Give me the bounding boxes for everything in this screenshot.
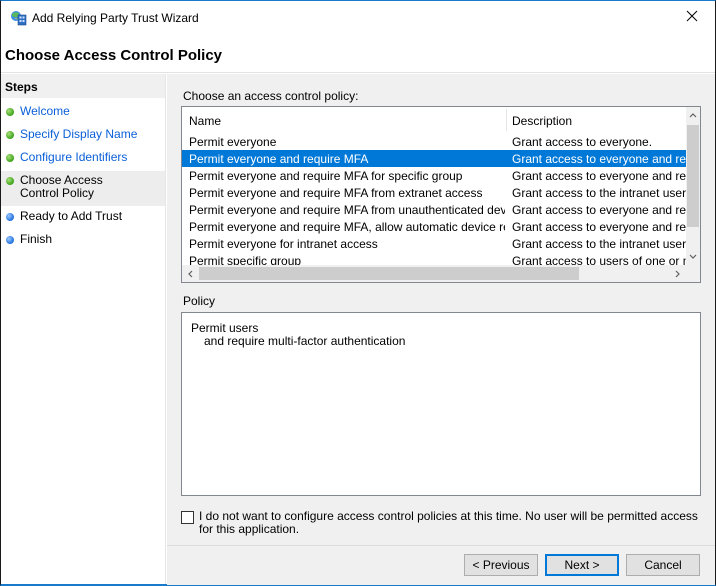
list-header: Name Description — [182, 107, 686, 133]
step-complete-icon — [6, 154, 14, 162]
step-label: Choose Access Control Policy — [20, 173, 103, 200]
column-divider[interactable] — [506, 109, 507, 131]
policy-name: Permit everyone for intranet access — [189, 237, 378, 251]
step-configure-identifiers[interactable]: Configure Identifiers — [1, 151, 165, 164]
title-bar: Add Relying Party Trust Wizard — [1, 1, 715, 35]
close-button[interactable] — [669, 1, 715, 33]
cancel-button[interactable]: Cancel — [626, 554, 700, 576]
policy-name: Permit everyone and require MFA, allow a… — [189, 220, 505, 234]
policy-text-line: and require multi-factor authentication — [204, 334, 406, 348]
wizard-footer: < Previous Next > Cancel — [167, 545, 715, 585]
choose-policy-label: Choose an access control policy: — [183, 89, 359, 103]
column-header-description[interactable]: Description — [512, 114, 572, 128]
policy-description: Grant access to the intranet users. — [512, 237, 686, 251]
policy-text-line: Permit users — [191, 321, 259, 335]
policy-description: Grant access to the intranet users an — [512, 186, 686, 200]
step-label: Ready to Add Trust — [20, 209, 123, 223]
policy-description: Grant access to everyone and requir — [512, 203, 686, 217]
wizard-window: Add Relying Party Trust Wizard Choose Ac… — [0, 0, 716, 586]
list-item[interactable]: Permit everyone Grant access to everyone… — [182, 133, 686, 150]
policy-description: Grant access to everyone and requir — [512, 152, 686, 166]
step-label: Welcome — [20, 104, 70, 118]
window-title: Add Relying Party Trust Wizard — [32, 11, 199, 25]
policy-name: Permit everyone and require MFA from una… — [189, 203, 505, 217]
scroll-left-icon[interactable] — [182, 265, 199, 282]
policy-description: Grant access to everyone and requir — [512, 220, 686, 234]
step-pending-icon — [6, 213, 14, 221]
list-item[interactable]: Permit everyone for intranet access Gran… — [182, 235, 686, 252]
relying-party-trust-icon — [10, 10, 27, 26]
policy-name: Permit everyone and require MFA from ext… — [189, 186, 483, 200]
step-welcome[interactable]: Welcome — [1, 105, 165, 118]
step-ready-to-add-trust: Ready to Add Trust — [1, 210, 165, 223]
policy-list[interactable]: Name Description Permit everyone Grant a… — [181, 106, 701, 283]
vertical-scroll-thumb[interactable] — [687, 125, 699, 227]
vertical-scrollbar[interactable] — [686, 107, 700, 265]
horizontal-scrollbar[interactable] — [182, 265, 686, 282]
policy-label: Policy — [183, 294, 216, 308]
policy-details-box: Permit users and require multi-factor au… — [181, 312, 701, 496]
step-current-icon — [6, 177, 14, 185]
scroll-down-icon[interactable] — [686, 248, 700, 264]
step-label: Specify Display Name — [20, 127, 138, 141]
main-content: Choose an access control policy: Name De… — [167, 74, 715, 545]
step-complete-icon — [6, 131, 14, 139]
list-item[interactable]: Permit everyone and require MFA from ext… — [182, 184, 686, 201]
steps-sidebar: Steps Welcome Specify Display Name Confi… — [1, 74, 166, 584]
list-item[interactable]: Permit everyone and require MFA from una… — [182, 201, 686, 218]
skip-policy-checkbox[interactable] — [181, 511, 194, 524]
page-header: Choose Access Control Policy — [1, 35, 715, 73]
step-label: Finish — [20, 232, 53, 246]
list-item[interactable]: Permit everyone and require MFA for spec… — [182, 167, 686, 184]
previous-button[interactable]: < Previous — [464, 554, 538, 576]
list-item[interactable]: Permit everyone and require MFA, allow a… — [182, 218, 686, 235]
step-pending-icon — [6, 236, 14, 244]
scroll-right-icon[interactable] — [669, 265, 686, 282]
policy-name: Permit specific group — [189, 254, 302, 265]
step-specify-display-name[interactable]: Specify Display Name — [1, 128, 165, 141]
column-header-name[interactable]: Name — [189, 114, 221, 128]
horizontal-scroll-thumb[interactable] — [199, 267, 579, 280]
policy-name: Permit everyone and require MFA — [189, 152, 369, 166]
list-item-selected[interactable]: Permit everyone and require MFA Grant ac… — [182, 150, 686, 167]
page-title: Choose Access Control Policy — [5, 47, 223, 64]
list-item[interactable]: Permit specific group Grant access to us… — [182, 252, 686, 265]
policy-description: Grant access to users of one or more — [512, 254, 686, 265]
scrollbar-corner — [686, 265, 700, 282]
close-icon — [686, 10, 698, 25]
policy-name: Permit everyone and require MFA for spec… — [189, 169, 463, 183]
policy-description: Grant access to everyone and requir — [512, 169, 686, 183]
scroll-up-icon[interactable] — [686, 107, 700, 123]
next-button[interactable]: Next > — [545, 554, 619, 576]
steps-title: Steps — [1, 74, 165, 98]
step-label: Configure Identifiers — [20, 150, 128, 164]
policy-name: Permit everyone — [189, 135, 277, 149]
step-complete-icon — [6, 108, 14, 116]
skip-policy-checkbox-label[interactable]: I do not want to configure access contro… — [199, 510, 699, 536]
step-finish: Finish — [1, 233, 165, 246]
policy-description: Grant access to everyone. — [512, 135, 653, 149]
step-choose-access-control-policy: Choose Access Control Policy — [1, 171, 165, 206]
